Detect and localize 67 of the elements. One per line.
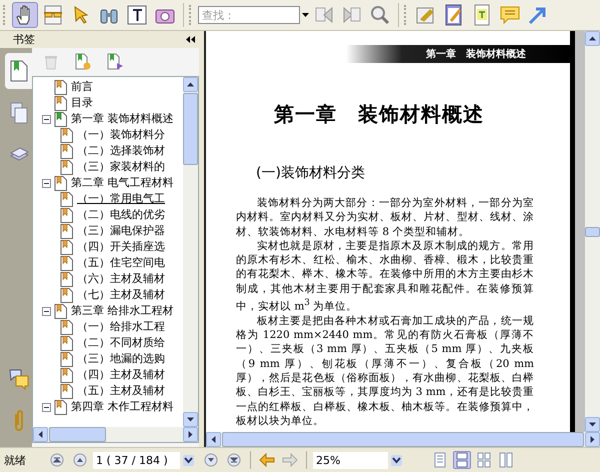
bookmark-item[interactable]: 第三章 给排水工程材: [70, 304, 174, 318]
panel-title: 书签: [13, 32, 35, 47]
bookmark-item[interactable]: 第一章 装饰材料概述: [70, 112, 174, 126]
collapse-icon[interactable]: [42, 402, 51, 412]
zoom-field[interactable]: 25%: [313, 452, 388, 468]
bookmarks-tab[interactable]: [5, 53, 32, 89]
back-arrow-icon[interactable]: [257, 450, 277, 470]
bookmark-item[interactable]: （三）地漏的选购: [76, 352, 166, 366]
dropdown-arrow-icon[interactable]: [391, 454, 402, 466]
scroll-right-arrow-icon[interactable]: [589, 436, 596, 443]
scroll-up-arrow-icon[interactable]: [589, 35, 596, 42]
continuous-facing-view-button[interactable]: [497, 451, 515, 469]
scroll-down-arrow-icon[interactable]: [589, 421, 596, 428]
scroll-left-arrow-icon[interactable]: [210, 436, 217, 443]
bookmark-item[interactable]: （二）电线的优劣: [76, 208, 166, 222]
dropdown-arrow-icon[interactable]: [183, 454, 194, 466]
bookmark-item[interactable]: （五）住宅空间电: [76, 256, 166, 270]
section-heading: (一)装饰材料分类: [256, 164, 366, 182]
bookmark-item[interactable]: 第四章 木作工程材料: [70, 400, 174, 414]
status-text: 就绪: [4, 452, 27, 468]
chapter-title: 第一章 装饰材料概述: [274, 101, 485, 128]
comments-icon: [8, 368, 28, 390]
collapse-icon[interactable]: [42, 114, 51, 124]
bookmark-item[interactable]: （六）主材及辅材: [76, 272, 166, 286]
hand-tool-button[interactable]: [12, 2, 38, 28]
page-number-field[interactable]: 1 ( 37 / 184 ): [93, 452, 180, 468]
scroll-thumb[interactable]: [49, 427, 106, 442]
bookmark-item[interactable]: （三）家装材料的: [76, 160, 166, 174]
bookmark-item[interactable]: （七）主材及辅材: [76, 288, 166, 302]
bookmark-item[interactable]: （四）开关插座选: [76, 240, 166, 254]
scroll-down-arrow-icon[interactable]: [187, 416, 194, 423]
scroll-up-arrow-icon[interactable]: [187, 81, 194, 88]
scroll-thumb[interactable]: [183, 93, 198, 165]
vertical-scrollbar[interactable]: [183, 77, 198, 427]
scroll-thumb[interactable]: [585, 226, 600, 236]
scroll-left-arrow-icon[interactable]: [37, 431, 44, 438]
bookmark-item[interactable]: （五）主材及辅材: [76, 384, 166, 398]
body-paragraph: 板材主要是把由各种木材或石膏加工成块的产品，统一规格为 1220 mm×2440 mm。常见的有防火石膏板（厚薄不一）、三夹板（3 mm 厚）、五夹板（5 mm 厚）、九夹板（9 mm 厚）、刨花板（厚薄不一）、复合板（20 mm 厚），然后是花色板（俗称面板），有水曲柳、花梨板、白榉板、白杉王、宝丽板等，其厚度均为 3 mm，还有是比较贵重一点的红榉板、白榉板、橡木板、柚木板等。在装修预算中，板材以块为单位。: [236, 314, 534, 428]
collapse-icon[interactable]: [42, 178, 51, 188]
continuous-view-button[interactable]: [453, 451, 471, 469]
bookmark-item[interactable]: （二）选择装饰材: [76, 144, 166, 158]
facing-view-button[interactable]: [475, 451, 493, 469]
collapse-panel-icon[interactable]: [186, 36, 195, 43]
bookmark-item[interactable]: （一）给排水工程: [76, 320, 166, 334]
bookmark-item[interactable]: 目录: [70, 96, 94, 110]
bookmark-item[interactable]: 前言: [70, 80, 94, 94]
dropdown-arrow-icon[interactable]: [302, 13, 309, 17]
glasses-icon: [42, 4, 64, 26]
collapse-icon[interactable]: [42, 306, 51, 316]
bookmark-item[interactable]: （三）漏电保护器: [76, 224, 166, 238]
horizontal-scrollbar[interactable]: [33, 427, 198, 442]
bookmark-item[interactable]: （一）装饰材料分: [76, 128, 166, 142]
bookmark-item[interactable]: （四）主材及辅材: [76, 368, 166, 382]
scroll-right-arrow-icon[interactable]: [187, 431, 194, 438]
bookmarks-icon: [8, 60, 28, 82]
trash-icon: [43, 54, 59, 70]
text-icon: [126, 4, 148, 26]
vertical-scrollbar[interactable]: [585, 31, 600, 432]
bookmark-item[interactable]: （二）不同材质给: [76, 336, 166, 350]
pages-icon: [8, 102, 28, 124]
search-field[interactable]: 查找：: [198, 6, 300, 24]
comment-icon: [499, 4, 521, 26]
bookmark-item[interactable]: 第二章 电气工程材料: [70, 176, 174, 190]
body-paragraph: 实材也就是原材，主要是指原木及原木制成的规方。常用的原木有杉木、红松、榆木、水曲柳、香樟、椴木，比较贵重的有花梨木、榉木、橡木等。在装修中所用的木方主要由杉木制成，其他木材主要用于配套家具和雕花配件。在装修预算中，实材以 m$^{3}$ 为单位。: [236, 238, 534, 314]
bookmark-item[interactable]: （一）常用电气工: [76, 192, 166, 206]
running-header: 第一章 装饰材料概述: [346, 45, 570, 63]
body-paragraph: 装饰材料分为两大部分：一部分为室外材料，一部分为室内材料。室内材料又分为实材、板材、片材、型材、线材、涂材、软装饰材料、水电材料等 8 个类型和辅材。: [236, 196, 534, 239]
